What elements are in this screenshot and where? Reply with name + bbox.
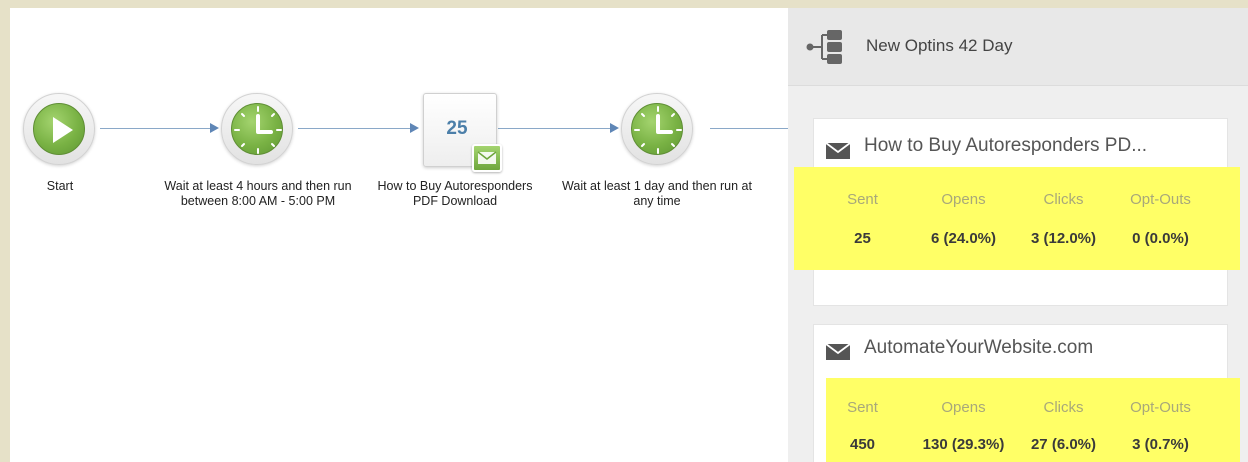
stat-header: Opt-Outs bbox=[1130, 399, 1191, 416]
wait-timer-node[interactable] bbox=[221, 93, 293, 165]
sequence-tree-icon bbox=[806, 30, 842, 64]
stat-header: Opens bbox=[941, 191, 986, 208]
email-node-count: 25 bbox=[446, 118, 468, 139]
email-stats-title[interactable]: AutomateYourWebsite.com bbox=[864, 337, 1093, 359]
connector-line bbox=[710, 128, 788, 129]
stat-header: Opens bbox=[941, 399, 986, 416]
email-stats-title[interactable]: How to Buy Autoresponders PD... bbox=[864, 135, 1147, 157]
wait-timer-node-label: Wait at least 1 day and then run at any … bbox=[562, 179, 752, 208]
email-badge-icon bbox=[472, 144, 502, 172]
email-node[interactable]: 25 bbox=[423, 93, 502, 172]
stat-clicks-value: 27 (6.0%) bbox=[1030, 436, 1097, 453]
connector-line bbox=[498, 128, 612, 129]
stat-header: Sent bbox=[847, 399, 878, 416]
email-node-label: How to Buy Autoresponders PDF Download bbox=[377, 179, 533, 208]
stat-header: Clicks bbox=[1043, 191, 1084, 208]
envelope-icon bbox=[825, 142, 851, 159]
stat-opens-value: 130 (29.3%) bbox=[922, 436, 1005, 453]
stat-optouts-value: 3 (0.7%) bbox=[1132, 436, 1189, 453]
stat-sent-value: 25 bbox=[854, 230, 871, 247]
stat-sent-value: 450 bbox=[849, 436, 876, 453]
window-top-border bbox=[0, 0, 1248, 8]
play-icon bbox=[53, 117, 73, 143]
stat-header: Clicks bbox=[1043, 399, 1084, 416]
sequence-stats-panel: New Optins 42 Day How to Buy Autorespond… bbox=[788, 8, 1248, 462]
stat-clicks-value: 3 (12.0%) bbox=[1030, 230, 1097, 247]
connector-arrow bbox=[410, 123, 419, 133]
panel-header: New Optins 42 Day bbox=[788, 8, 1248, 86]
envelope-icon bbox=[477, 151, 497, 164]
highlight-annotation bbox=[794, 167, 1240, 270]
wait-timer-node-label: Wait at least 4 hours and then run betwe… bbox=[164, 179, 352, 208]
clock-icon bbox=[234, 106, 282, 154]
connector-arrow bbox=[610, 123, 619, 133]
connector-line bbox=[100, 128, 212, 129]
stat-optouts-value: 0 (0.0%) bbox=[1132, 230, 1189, 247]
wait-timer-node[interactable] bbox=[621, 93, 693, 165]
connector-arrow bbox=[210, 123, 219, 133]
clock-icon bbox=[634, 106, 682, 154]
envelope-icon bbox=[825, 343, 851, 360]
stat-header: Sent bbox=[847, 191, 878, 208]
start-node-label: Start bbox=[46, 179, 74, 193]
start-node[interactable] bbox=[23, 93, 95, 165]
workflow-canvas[interactable]: Start Wait at least 4 hours and then run… bbox=[10, 8, 788, 462]
window-left-border bbox=[0, 0, 10, 462]
stat-opens-value: 6 (24.0%) bbox=[930, 230, 997, 247]
connector-line bbox=[298, 128, 412, 129]
stat-header: Opt-Outs bbox=[1130, 191, 1191, 208]
sequence-title: New Optins 42 Day bbox=[866, 36, 1013, 55]
